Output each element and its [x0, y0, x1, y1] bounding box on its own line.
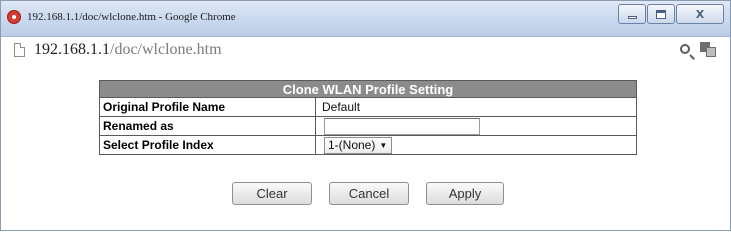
profile-index-selected: 1-(None): [328, 138, 376, 152]
minimize-button[interactable]: [618, 4, 646, 24]
maximize-icon: [656, 9, 666, 19]
table-row: Renamed as: [99, 116, 637, 136]
original-profile-name-label: Original Profile Name: [99, 97, 316, 117]
clear-button[interactable]: Clear: [232, 182, 312, 205]
select-profile-index-label: Select Profile Index: [99, 135, 316, 155]
chrome-icon: [7, 10, 21, 24]
table-row: Original Profile Name Default: [99, 97, 637, 117]
minimize-icon: [627, 16, 637, 19]
clone-profile-table: Clone WLAN Profile Setting Original Prof…: [99, 80, 637, 155]
maximize-button[interactable]: [647, 4, 675, 24]
url-path: /doc/wlclone.htm: [110, 41, 222, 58]
form-title: Clone WLAN Profile Setting: [99, 80, 637, 98]
page-icon: [14, 43, 25, 57]
close-icon: X: [695, 7, 705, 21]
renamed-as-input[interactable]: [324, 117, 480, 135]
close-button[interactable]: X: [676, 4, 724, 24]
zoom-icon[interactable]: [680, 44, 690, 54]
translate-icon[interactable]: [700, 42, 716, 57]
browser-window: 192.168.1.1/doc/wlclone.htm - Google Chr…: [0, 0, 731, 231]
table-row: Select Profile Index 1-(None) ▼: [99, 135, 637, 155]
apply-button[interactable]: Apply: [426, 182, 504, 205]
url-host: 192.168.1.1: [34, 41, 110, 58]
cancel-button[interactable]: Cancel: [329, 182, 409, 205]
renamed-as-label: Renamed as: [99, 116, 316, 136]
chevron-down-icon: ▼: [379, 140, 388, 150]
title-bar: 192.168.1.1/doc/wlclone.htm - Google Chr…: [1, 1, 730, 37]
window-title: 192.168.1.1/doc/wlclone.htm - Google Chr…: [27, 11, 236, 23]
url-text[interactable]: 192.168.1.1/doc/wlclone.htm: [34, 41, 222, 59]
original-profile-name-value: Default: [315, 97, 637, 117]
profile-index-select[interactable]: 1-(None) ▼: [324, 136, 393, 154]
